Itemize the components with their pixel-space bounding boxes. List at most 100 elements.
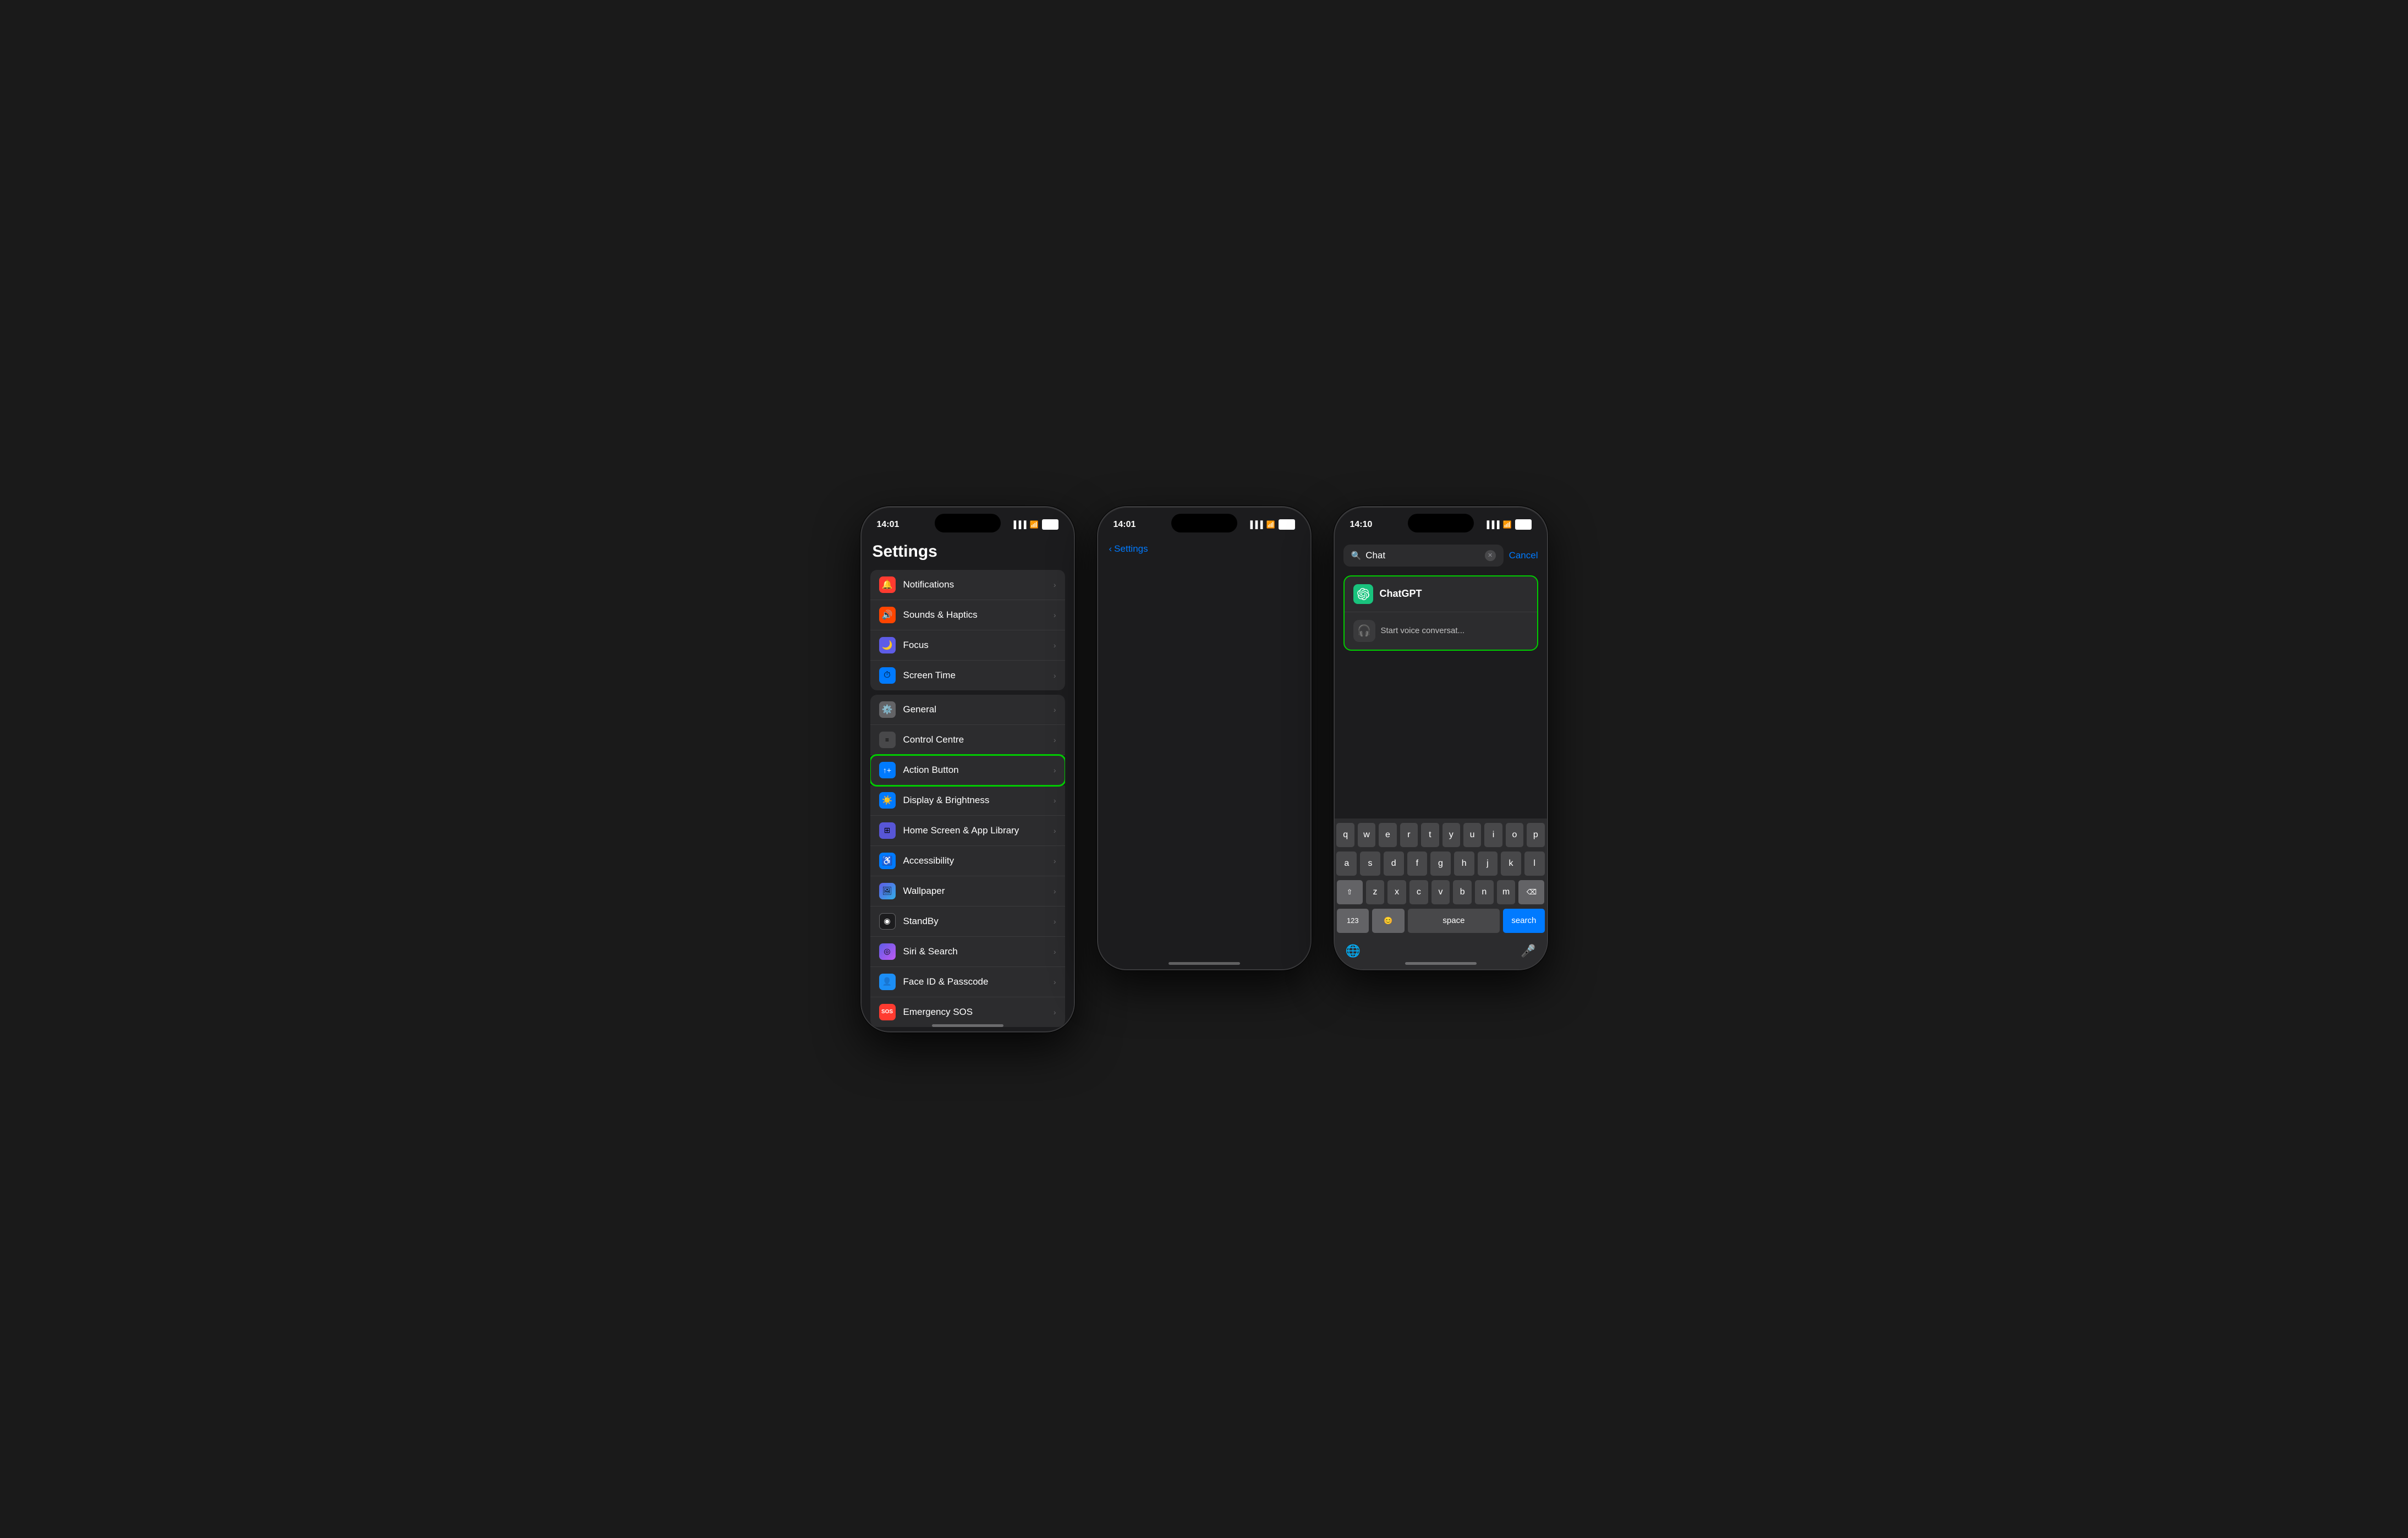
key-n[interactable]: n (1475, 880, 1494, 904)
chevron-icon: › (1054, 641, 1056, 650)
headphone-icon: 🎧 (1353, 620, 1375, 642)
dynamic-island-3 (1408, 514, 1474, 532)
key-m[interactable]: m (1497, 880, 1516, 904)
phone-settings: 14:01 ▐▐▐ 📶 100 Settings 🔔 Notifications… (860, 506, 1075, 1032)
chevron-icon: › (1054, 796, 1056, 805)
focus-icon: 🌙 (879, 637, 896, 653)
settings-group-2: ⚙️ General › ≡ Control Centre › ↑+ Actio… (870, 695, 1065, 1027)
search-input-box[interactable]: 🔍 Chat ✕ (1343, 545, 1504, 567)
siri-screen: 🔍 Chat ✕ Cancel ChatGPT 🎧 (1335, 538, 1547, 774)
voice-action-text: Start voice conversat... (1381, 626, 1465, 635)
settings-item-homescreen[interactable]: ⊞ Home Screen & App Library › (870, 816, 1065, 846)
chatgpt-action[interactable]: 🎧 Start voice conversat... (1345, 612, 1537, 650)
microphone-icon[interactable]: 🎤 (1516, 940, 1540, 963)
back-button[interactable]: ‹ Settings (1109, 543, 1148, 554)
keyboard-row-3: ⇧ z x c v b n m ⌫ (1337, 880, 1545, 904)
key-k[interactable]: k (1501, 852, 1521, 876)
cancel-button[interactable]: Cancel (1509, 550, 1538, 561)
key-shift[interactable]: ⇧ (1337, 880, 1363, 904)
sos-label: Emergency SOS (903, 1007, 1054, 1018)
settings-item-accessibility[interactable]: ♿ Accessibility › (870, 846, 1065, 876)
key-b[interactable]: b (1453, 880, 1472, 904)
settings-item-standby[interactable]: ◉ StandBy › (870, 907, 1065, 937)
chevron-icon: › (1054, 856, 1056, 865)
battery-3: 100 (1515, 519, 1532, 530)
control-icon: ≡ (879, 732, 896, 748)
standby-label: StandBy (903, 916, 1054, 927)
key-h[interactable]: h (1454, 852, 1474, 876)
screentime-icon: ⏱ (879, 667, 896, 684)
key-s[interactable]: s (1360, 852, 1380, 876)
chevron-icon: › (1054, 735, 1056, 744)
key-r[interactable]: r (1400, 823, 1418, 847)
key-i[interactable]: i (1484, 823, 1502, 847)
chevron-icon: › (1054, 611, 1056, 619)
key-x[interactable]: x (1387, 880, 1406, 904)
chatgpt-logo (1353, 584, 1373, 604)
action-icon: ↑+ (879, 762, 896, 778)
search-text: Chat (1365, 550, 1480, 561)
settings-item-wallpaper[interactable]: 🖼 Wallpaper › (870, 876, 1065, 907)
settings-item-display[interactable]: ☀️ Display & Brightness › (870, 786, 1065, 816)
home-indicator-1 (932, 1024, 1003, 1027)
settings-item-screentime[interactable]: ⏱ Screen Time › (870, 661, 1065, 690)
globe-icon[interactable]: 🌐 (1341, 940, 1365, 963)
back-header: ‹ Settings (1098, 538, 1310, 560)
search-bar-container: 🔍 Chat ✕ Cancel (1335, 538, 1547, 573)
key-p[interactable]: p (1527, 823, 1544, 847)
key-g[interactable]: g (1430, 852, 1451, 876)
settings-item-sounds[interactable]: 🔊 Sounds & Haptics › (870, 600, 1065, 630)
notifications-label: Notifications (903, 579, 1054, 590)
key-e[interactable]: e (1379, 823, 1396, 847)
key-c[interactable]: c (1409, 880, 1428, 904)
settings-item-notifications[interactable]: 🔔 Notifications › (870, 570, 1065, 600)
battery-1: 100 (1042, 519, 1058, 530)
key-w[interactable]: w (1358, 823, 1375, 847)
wifi-icon-3: 📶 (1503, 520, 1512, 529)
key-l[interactable]: l (1524, 852, 1545, 876)
key-numbers[interactable]: 123 (1337, 909, 1369, 933)
key-search[interactable]: search (1503, 909, 1544, 933)
settings-item-focus[interactable]: 🌙 Focus › (870, 630, 1065, 661)
time-3: 14:10 (1350, 520, 1373, 530)
key-o[interactable]: o (1506, 823, 1523, 847)
settings-item-siri[interactable]: ◎ Siri & Search › (870, 937, 1065, 967)
key-d[interactable]: d (1384, 852, 1404, 876)
key-a[interactable]: a (1336, 852, 1357, 876)
dynamic-island (935, 514, 1001, 532)
search-clear-button[interactable]: ✕ (1485, 550, 1496, 561)
chevron-icon: › (1054, 947, 1056, 956)
key-u[interactable]: u (1463, 823, 1481, 847)
action-label: Action Button (903, 765, 1054, 776)
settings-item-general[interactable]: ⚙️ General › (870, 695, 1065, 725)
chevron-icon: › (1054, 1008, 1056, 1017)
settings-screen: Settings 🔔 Notifications › 🔊 Sounds & Ha… (862, 538, 1074, 1027)
settings-item-control[interactable]: ≡ Control Centre › (870, 725, 1065, 755)
phone-siri: 14:10 ▐▐▐ 📶 100 🔍 Chat ✕ Cancel (1334, 506, 1548, 970)
faceid-label: Face ID & Passcode (903, 976, 1054, 987)
key-y[interactable]: y (1442, 823, 1460, 847)
key-q[interactable]: q (1336, 823, 1354, 847)
key-v[interactable]: v (1431, 880, 1450, 904)
settings-item-action[interactable]: ↑+ Action Button › (870, 755, 1065, 786)
settings-group-1: 🔔 Notifications › 🔊 Sounds & Haptics › 🌙… (870, 570, 1065, 690)
key-delete[interactable]: ⌫ (1518, 880, 1544, 904)
status-icons-3: ▐▐▐ 📶 100 (1484, 519, 1532, 530)
settings-item-faceid[interactable]: 👤 Face ID & Passcode › (870, 967, 1065, 997)
display-icon: ☀️ (879, 792, 896, 809)
general-label: General (903, 704, 1054, 715)
key-j[interactable]: j (1478, 852, 1498, 876)
key-emoji[interactable]: 😊 (1372, 909, 1405, 933)
display-label: Display & Brightness (903, 795, 1054, 806)
accessibility-label: Accessibility (903, 855, 1054, 866)
key-space[interactable]: space (1408, 909, 1500, 933)
signal-icon-2: ▐▐▐ (1248, 520, 1263, 529)
time-2: 14:01 (1114, 520, 1136, 530)
settings-item-sos[interactable]: SOS Emergency SOS › (870, 997, 1065, 1027)
key-f[interactable]: f (1407, 852, 1428, 876)
status-icons-1: ▐▐▐ 📶 100 (1011, 519, 1058, 530)
key-t[interactable]: t (1421, 823, 1439, 847)
wallpaper-label: Wallpaper (903, 886, 1054, 897)
key-z[interactable]: z (1366, 880, 1385, 904)
chatgpt-header[interactable]: ChatGPT (1345, 576, 1537, 612)
